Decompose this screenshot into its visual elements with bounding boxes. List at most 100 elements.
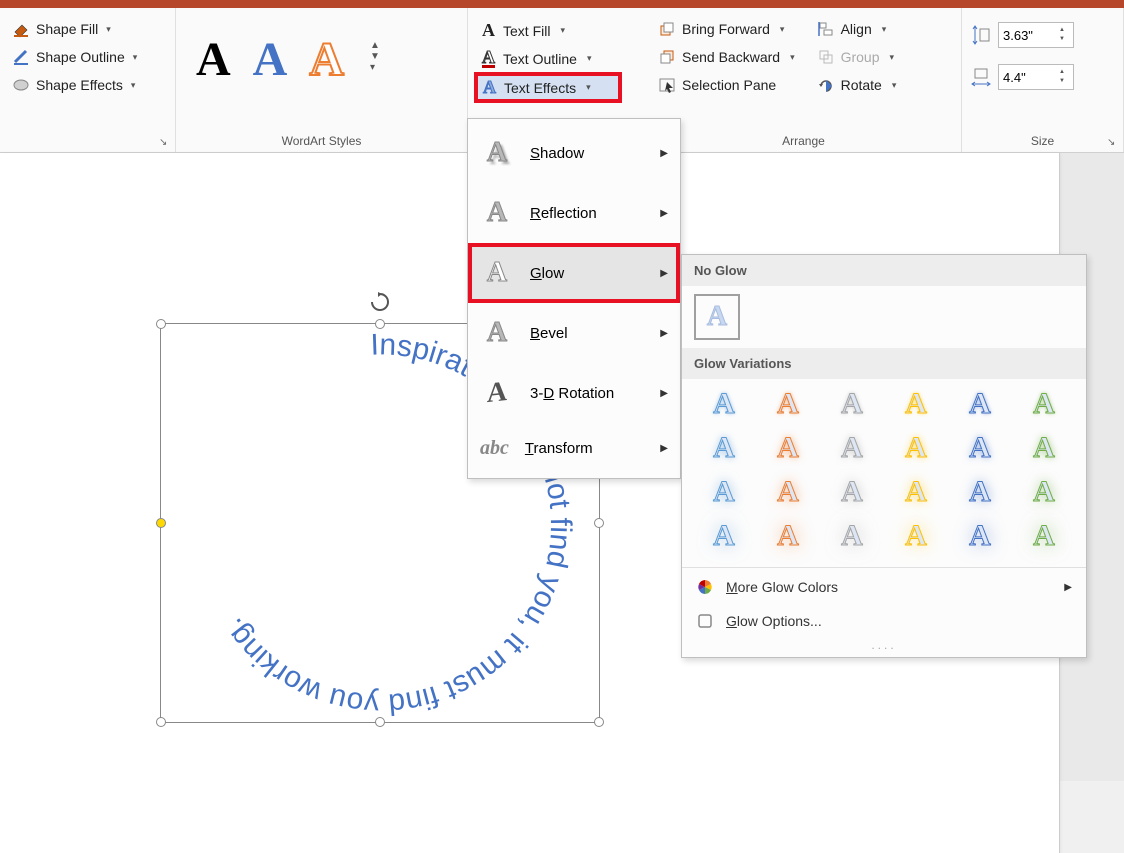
chevron-down-icon: ▾ [892, 80, 897, 91]
chevron-down-icon: ▾ [790, 52, 795, 63]
width-value[interactable] [999, 70, 1057, 85]
glow-variation-option[interactable]: A [952, 473, 1008, 511]
shape-outline-label: Shape Outline [36, 49, 125, 65]
selection-pane-label: Selection Pane [682, 77, 776, 93]
no-glow-option[interactable]: A [694, 294, 740, 340]
glow-variation-option[interactable]: A [760, 517, 816, 555]
glow-variation-option[interactable]: A [1016, 429, 1072, 467]
transform-menu-item[interactable]: abcTransform ▶ [468, 423, 680, 474]
wordart-preset-1[interactable]: A [196, 32, 231, 87]
dialog-launcher-icon[interactable]: ↘ [1107, 137, 1119, 149]
width-input[interactable]: ▲▼ [998, 64, 1074, 90]
glow-menu-item[interactable]: AGlow ▶ [468, 243, 680, 303]
app-title-strip [0, 0, 1124, 8]
rotation3d-menu-item[interactable]: A3-D Rotation ▶ [468, 363, 680, 423]
resize-handle[interactable] [375, 717, 385, 727]
resize-handle[interactable] [156, 319, 166, 329]
glow-variation-option[interactable]: A [696, 429, 752, 467]
shape-outline-button[interactable]: Shape Outline ▾ [8, 46, 167, 68]
chevron-down-icon: ▾ [131, 80, 136, 91]
spinner-down[interactable]: ▼ [1057, 77, 1067, 86]
glow-variation-option[interactable]: A [824, 385, 880, 423]
spinner-down[interactable]: ▼ [1057, 35, 1067, 44]
glow-variation-option[interactable]: A [824, 473, 880, 511]
glow-submenu: No Glow A Glow Variations AAAAAAAAAAAAAA… [681, 254, 1087, 658]
glow-variations-section-title: Glow Variations [682, 348, 1086, 379]
height-value[interactable] [999, 28, 1057, 43]
bring-forward-button[interactable]: Bring Forward ▾ [654, 18, 799, 40]
bevel-menu-item[interactable]: ABevel ▶ [468, 303, 680, 363]
dialog-launcher-icon[interactable]: ↘ [159, 137, 171, 149]
glow-variation-option[interactable]: A [888, 385, 944, 423]
rotate-handle-icon[interactable] [368, 290, 392, 314]
resize-handle[interactable] [375, 319, 385, 329]
size-group: ▲▼ ▲▼ Size ↘ [962, 8, 1124, 152]
size-group-label: Size [970, 134, 1115, 150]
shape-styles-group: Shape Fill ▾ Shape Outline ▾ Shape Effec… [0, 8, 176, 152]
glow-variation-option[interactable]: A [888, 473, 944, 511]
resize-handle[interactable] [594, 717, 604, 727]
adjust-handle[interactable] [156, 518, 166, 528]
wordart-preset-2[interactable]: A [253, 32, 288, 87]
height-icon [970, 24, 992, 46]
glow-variation-option[interactable]: A [952, 429, 1008, 467]
glow-variation-option[interactable]: A [952, 517, 1008, 555]
shape-fill-label: Shape Fill [36, 21, 98, 37]
submenu-arrow-icon: ▶ [660, 268, 668, 279]
glow-variation-option[interactable]: A [888, 429, 944, 467]
send-backward-icon [658, 48, 676, 66]
glow-variation-option[interactable]: A [760, 429, 816, 467]
height-input[interactable]: ▲▼ [998, 22, 1074, 48]
send-backward-button[interactable]: Send Backward ▾ [654, 46, 799, 68]
align-label: Align [841, 21, 872, 37]
glow-variation-option[interactable]: A [1016, 473, 1072, 511]
resize-handle[interactable] [156, 717, 166, 727]
glow-variation-option[interactable]: A [824, 517, 880, 555]
shape-effects-button[interactable]: Shape Effects ▾ [8, 74, 167, 96]
wordart-preset-3[interactable]: A [309, 32, 344, 87]
resize-handle[interactable] [594, 518, 604, 528]
group-label [8, 134, 167, 150]
text-fill-button[interactable]: A Text Fill ▾ [476, 18, 620, 43]
glow-variation-option[interactable]: A [760, 473, 816, 511]
spinner-up[interactable]: ▲ [1057, 68, 1067, 77]
glow-variation-option[interactable]: A [1016, 517, 1072, 555]
text-outline-button[interactable]: A Text Outline ▾ [476, 47, 620, 70]
glow-options-item[interactable]: Glow Options... [682, 604, 1086, 638]
rotate-label: Rotate [841, 77, 882, 93]
selection-pane-button[interactable]: Selection Pane [654, 74, 799, 96]
resize-grip-icon[interactable]: .... [682, 638, 1086, 655]
glow-variation-option[interactable]: A [760, 385, 816, 423]
shadow-menu-item[interactable]: ASShadowhadow ▶ [468, 123, 680, 183]
glow-variation-option[interactable]: A [696, 473, 752, 511]
glow-variation-option[interactable]: A [888, 517, 944, 555]
reflection-icon: A [480, 197, 514, 229]
text-fill-label: Text Fill [503, 23, 550, 39]
wordart-styles-group: A A A ▲▼▾ WordArt Styles [176, 8, 468, 152]
align-button[interactable]: Align ▾ [813, 18, 901, 40]
text-effects-button[interactable]: A Text Effects ▾ [476, 74, 620, 101]
transform-icon: abc [480, 437, 509, 460]
bring-forward-icon [658, 20, 676, 38]
submenu-arrow-icon: ▶ [660, 148, 668, 159]
submenu-arrow-icon: ▶ [660, 208, 668, 219]
wordart-gallery-more-button[interactable]: ▲▼▾ [366, 38, 384, 75]
glow-variation-option[interactable]: A [952, 385, 1008, 423]
reflection-menu-item[interactable]: AReflection ▶ [468, 183, 680, 243]
rotate-button[interactable]: Rotate ▾ [813, 74, 901, 96]
shape-effects-label: Shape Effects [36, 77, 123, 93]
group-button: Group ▾ [813, 46, 901, 68]
glow-icon: A [480, 257, 514, 289]
color-wheel-icon [696, 578, 714, 596]
more-glow-colors-item[interactable]: More Glow Colors ▶ [682, 570, 1086, 604]
spinner-up[interactable]: ▲ [1057, 26, 1067, 35]
send-backward-label: Send Backward [682, 49, 780, 65]
glow-variation-option[interactable]: A [824, 429, 880, 467]
arrange-group: Bring Forward ▾ Send Backward ▾ Selectio… [646, 8, 962, 152]
shape-outline-icon [12, 48, 30, 66]
glow-variation-option[interactable]: A [696, 385, 752, 423]
glow-variation-option[interactable]: A [696, 517, 752, 555]
text-effects-label: Text Effects [504, 80, 576, 96]
shape-fill-button[interactable]: Shape Fill ▾ [8, 18, 167, 40]
glow-variation-option[interactable]: A [1016, 385, 1072, 423]
